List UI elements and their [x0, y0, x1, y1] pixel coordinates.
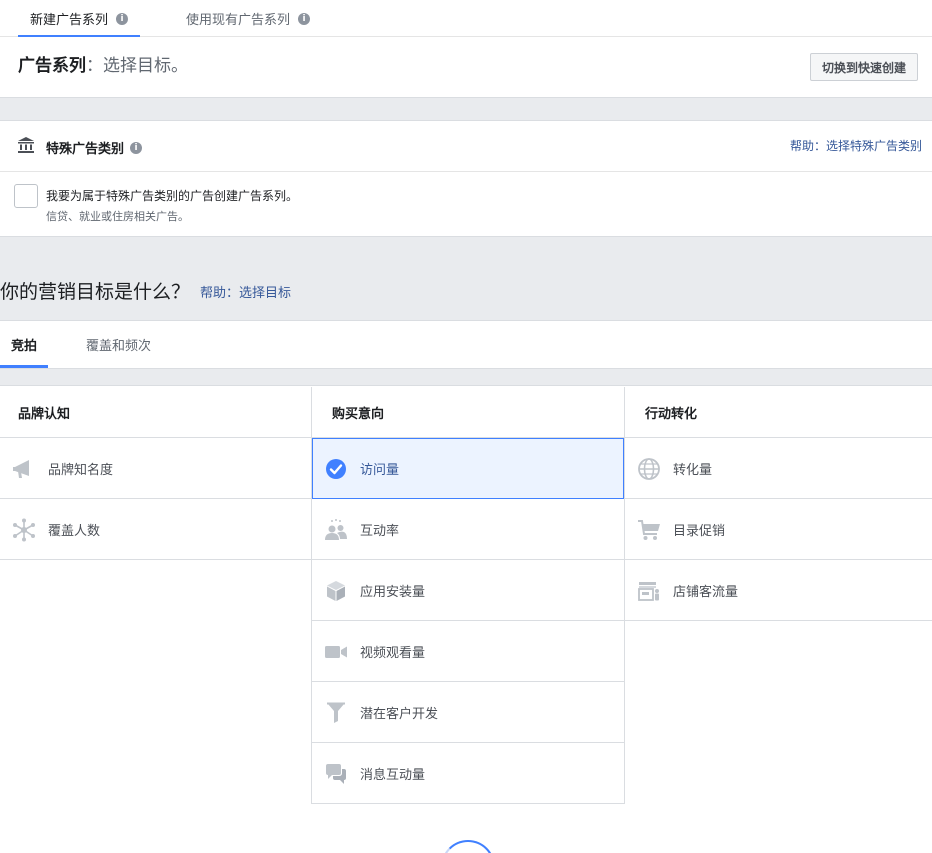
special-ad-category-header: 特殊广告类别 i 帮助：选择特殊广告类别: [0, 121, 932, 172]
objective-catalog-sales[interactable]: 目录促销: [625, 499, 932, 560]
page-title-rest: ：选择目标。: [86, 56, 188, 76]
objective-brand-awareness[interactable]: 品牌知名度: [0, 438, 312, 499]
objective-label: 访问量: [360, 462, 400, 478]
buying-type-tabs: 竞拍 覆盖和频次: [0, 321, 932, 368]
store-icon: [638, 582, 659, 601]
section-divider: [0, 98, 932, 121]
objective-label: 转化量: [673, 462, 713, 478]
box-icon: [327, 581, 345, 601]
special-category-checkbox[interactable]: [14, 184, 38, 208]
objective-video-views[interactable]: 视频观看量: [312, 621, 624, 682]
awareness-column: 品牌认知 品牌知名度 覆盖人数: [0, 387, 312, 560]
funnel-icon: [327, 702, 345, 723]
special-ad-category-option: 我要为属于特殊广告类别的广告创建广告系列。 信贷、就业或住房相关广告。: [0, 172, 932, 237]
campaign-source-tabs: 新建广告系列 i 使用现有广告系列 i: [0, 0, 932, 38]
objective-label: 店铺客流量: [673, 584, 739, 600]
tab-new-campaign-label: 新建广告系列: [30, 13, 109, 28]
objective-label: 潜在客户开发: [360, 706, 439, 722]
cart-icon: [638, 520, 660, 540]
chat-bubbles-icon: [326, 764, 346, 784]
globe-icon: [638, 458, 660, 480]
objective-label: 视频观看量: [360, 645, 426, 661]
objective-label: 消息互动量: [360, 767, 426, 783]
help-choose-objective-link[interactable]: 帮助：选择目标: [200, 282, 291, 301]
objective-conversions[interactable]: 转化量: [625, 438, 932, 499]
objective-question-band: 你的营销目标是什么？ 帮助：选择目标: [0, 237, 932, 321]
help-special-category-link[interactable]: 帮助：选择特殊广告类别: [790, 137, 922, 154]
objective-label: 品牌知名度: [48, 462, 114, 478]
special-category-checkbox-label: 我要为属于特殊广告类别的广告创建广告系列。: [46, 189, 299, 203]
objective-lead-generation[interactable]: 潜在客户开发: [312, 682, 624, 743]
page-title-strong: 广告系列: [18, 56, 86, 76]
objective-store-traffic[interactable]: 店铺客流量: [625, 560, 932, 621]
people-icon: [325, 519, 347, 540]
objective-reach[interactable]: 覆盖人数: [0, 499, 312, 560]
tab-new-campaign[interactable]: 新建广告系列 i: [18, 0, 141, 38]
consideration-column: 购买意向 访问量 互动率 应用安装量 视频观看量 潜在客户开发 消息互动量: [311, 387, 625, 804]
objective-messages[interactable]: 消息互动量: [312, 743, 624, 804]
column-header: 行动转化: [625, 387, 932, 438]
special-category-checkbox-sub: 信贷、就业或住房相关广告。: [46, 210, 189, 223]
megaphone-icon: [13, 460, 29, 478]
column-header: 购买意向: [312, 387, 624, 438]
reach-icon: [13, 518, 35, 542]
objective-label: 目录促销: [673, 523, 726, 539]
checkmark-icon: [326, 459, 346, 479]
conversion-column: 行动转化 转化量 目录促销 店铺客流量: [625, 387, 932, 621]
quick-create-button[interactable]: 切换到快速创建: [809, 53, 918, 81]
tab-existing-campaign[interactable]: 使用现有广告系列 i: [186, 0, 311, 37]
info-icon[interactable]: i: [116, 12, 129, 25]
objective-app-installs[interactable]: 应用安装量: [312, 560, 624, 621]
tab-auction[interactable]: 竞拍: [0, 321, 49, 368]
objective-label: 应用安装量: [360, 584, 426, 600]
objective-traffic[interactable]: 访问量: [312, 438, 624, 499]
objective-question: 你的营销目标是什么？: [0, 281, 191, 303]
special-ad-category-title-text: 特殊广告类别: [46, 142, 125, 157]
section-divider: [0, 368, 932, 386]
video-camera-icon: [325, 646, 347, 658]
campaign-header: 广告系列：选择目标。 切换到快速创建: [0, 37, 932, 98]
special-ad-category-title: 特殊广告类别 i: [46, 138, 143, 157]
info-icon[interactable]: i: [130, 141, 143, 154]
objective-engagement[interactable]: 互动率: [312, 499, 624, 560]
tab-reach-frequency[interactable]: 覆盖和频次: [86, 321, 151, 368]
tab-existing-campaign-label: 使用现有广告系列: [186, 13, 291, 28]
page-title: 广告系列：选择目标。: [18, 51, 188, 76]
objective-label: 互动率: [360, 523, 400, 539]
column-header: 品牌认知: [0, 387, 312, 438]
bank-icon: [18, 137, 34, 153]
loading-spinner: [441, 840, 495, 853]
info-icon[interactable]: i: [298, 12, 311, 25]
objective-label: 覆盖人数: [48, 523, 101, 539]
